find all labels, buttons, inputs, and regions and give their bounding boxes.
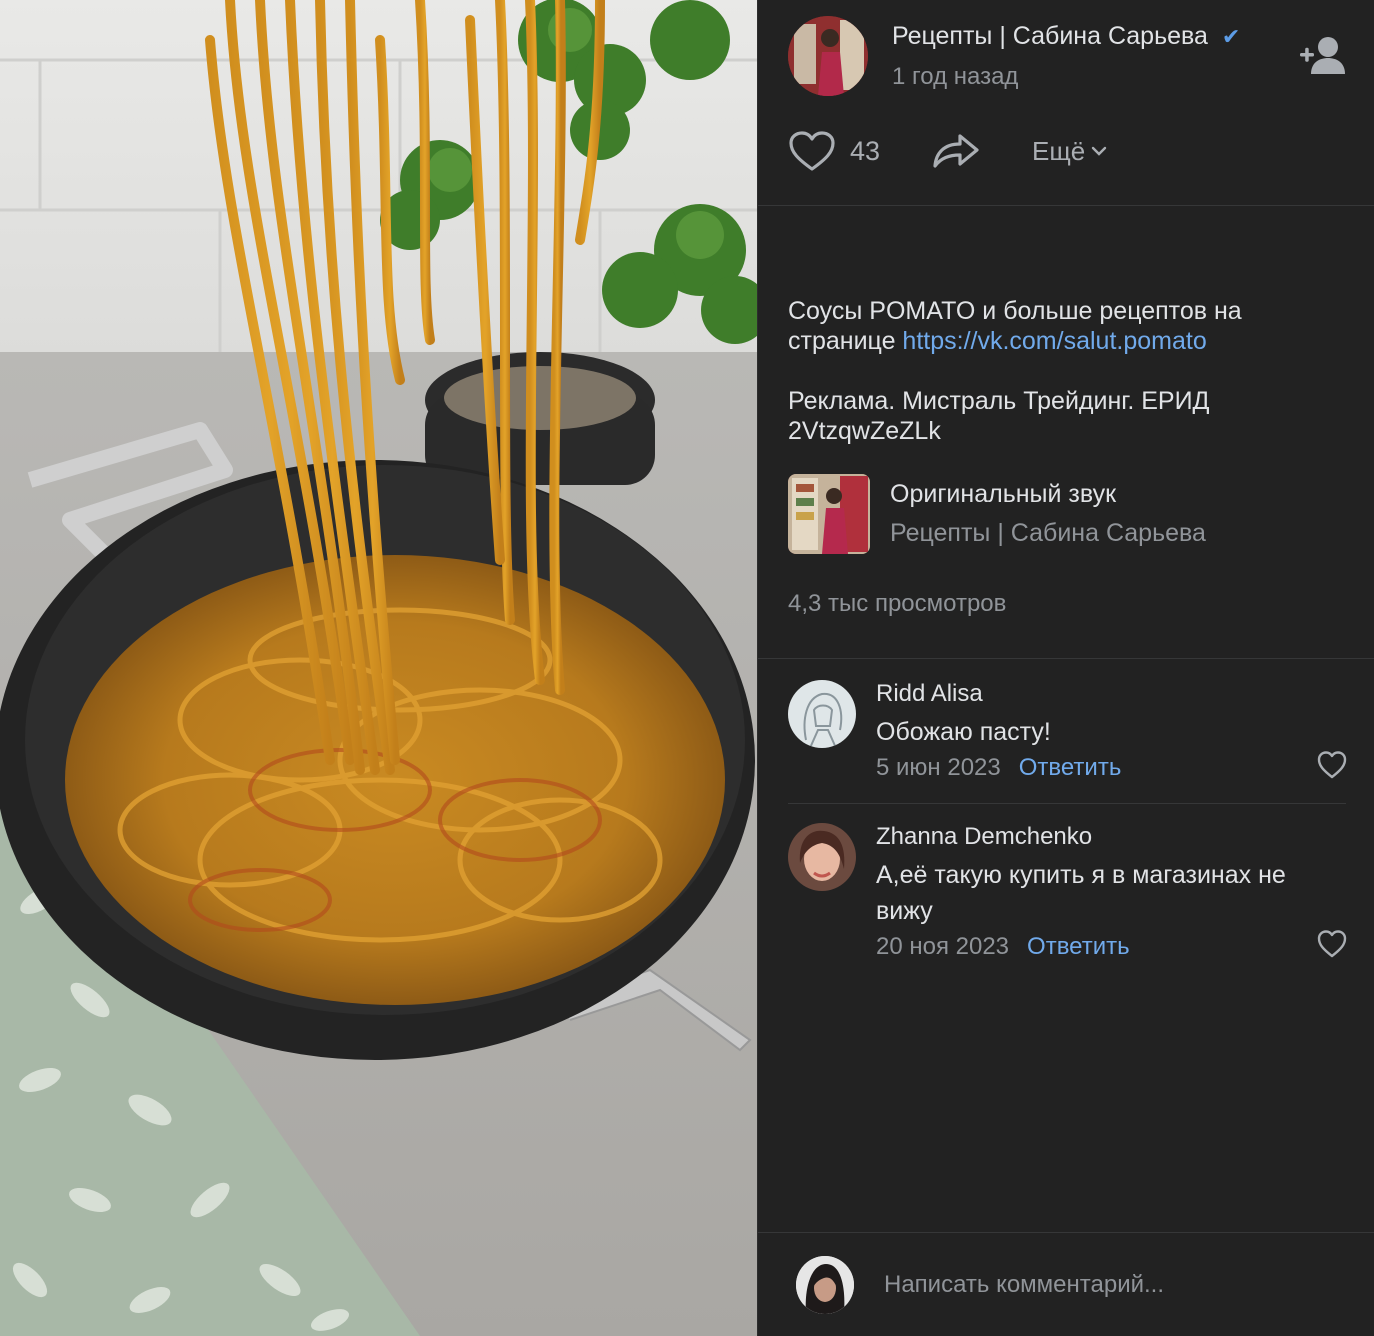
heart-icon — [1317, 751, 1347, 779]
comment-like-button[interactable] — [1316, 750, 1348, 780]
author-name-row: Рецепты | Сабина Сарьева ✔ — [892, 22, 1240, 51]
like-button[interactable]: 43 — [788, 130, 880, 172]
description-link[interactable]: https://vk.com/salut.pomato — [902, 327, 1206, 355]
post-description: Соусы POMATO и больше рецептов на страни… — [788, 296, 1348, 446]
author-name[interactable]: Рецепты | Сабина Сарьева — [892, 22, 1208, 51]
post-time: 1 год назад — [892, 63, 1019, 90]
comment-item: Ridd Alisa Обожаю пасту! 5 июн 2023 Отве… — [788, 680, 1348, 782]
video-player[interactable] — [0, 0, 757, 1336]
commenter-name[interactable]: Ridd Alisa — [876, 680, 1348, 708]
comment-divider — [788, 803, 1346, 804]
comment-composer — [758, 1232, 1374, 1336]
divider — [758, 658, 1374, 659]
views-count: 4,3 тыс просмотров — [788, 590, 1007, 617]
side-panel: Рецепты | Сабина Сарьева ✔ 1 год назад 4… — [757, 0, 1374, 1336]
comment-text: А,её такую купить я в магазинах не вижу — [876, 861, 1286, 925]
sound-author: Рецепты | Сабина Сарьева — [890, 519, 1206, 547]
description-line-1: Соусы POMATO и больше рецептов на страни… — [788, 296, 1348, 356]
commenter-avatar[interactable] — [788, 823, 856, 891]
original-sound[interactable]: Оригинальный звук Рецепты | Сабина Сарье… — [788, 474, 1206, 554]
commenter-name[interactable]: Zhanna Demchenko — [876, 823, 1348, 851]
video-frame — [0, 0, 757, 1336]
share-icon — [933, 134, 979, 168]
add-friend-button[interactable] — [1298, 34, 1348, 78]
description-line-2: Реклама. Мистраль Трейдинг. ЕРИД 2VtzqwZ… — [788, 387, 1210, 445]
commenter-avatar[interactable] — [788, 680, 856, 748]
comment-like-button[interactable] — [1316, 929, 1348, 959]
sound-title: Оригинальный звук — [890, 480, 1117, 508]
author-header: Рецепты | Сабина Сарьева ✔ 1 год назад — [788, 16, 1240, 96]
divider — [758, 205, 1374, 206]
heart-icon — [789, 131, 835, 171]
heart-icon — [1317, 930, 1347, 958]
like-count: 43 — [850, 135, 881, 166]
chevron-down-icon — [1092, 146, 1107, 156]
my-avatar — [796, 1255, 854, 1314]
action-bar: 43 Ещё — [788, 126, 1107, 176]
comment-input[interactable] — [884, 1260, 1374, 1309]
author-avatar[interactable] — [788, 16, 868, 96]
sound-thumbnail — [788, 474, 870, 554]
comment-date: 20 ноя 2023 — [876, 933, 1010, 960]
reply-button[interactable]: Ответить — [1019, 754, 1122, 782]
comment-item: Zhanna Demchenko А,её такую купить я в м… — [788, 823, 1348, 961]
add-user-icon — [1300, 37, 1345, 74]
comment-date: 5 июн 2023 — [876, 754, 1001, 781]
comment-text: Обожаю пасту! — [876, 718, 1051, 746]
more-label: Ещё — [1032, 135, 1086, 166]
more-button[interactable]: Ещё — [1032, 136, 1107, 167]
share-button[interactable] — [932, 132, 980, 170]
check-icon: ✔ — [1221, 23, 1241, 49]
reply-button[interactable]: Ответить — [1027, 933, 1130, 961]
